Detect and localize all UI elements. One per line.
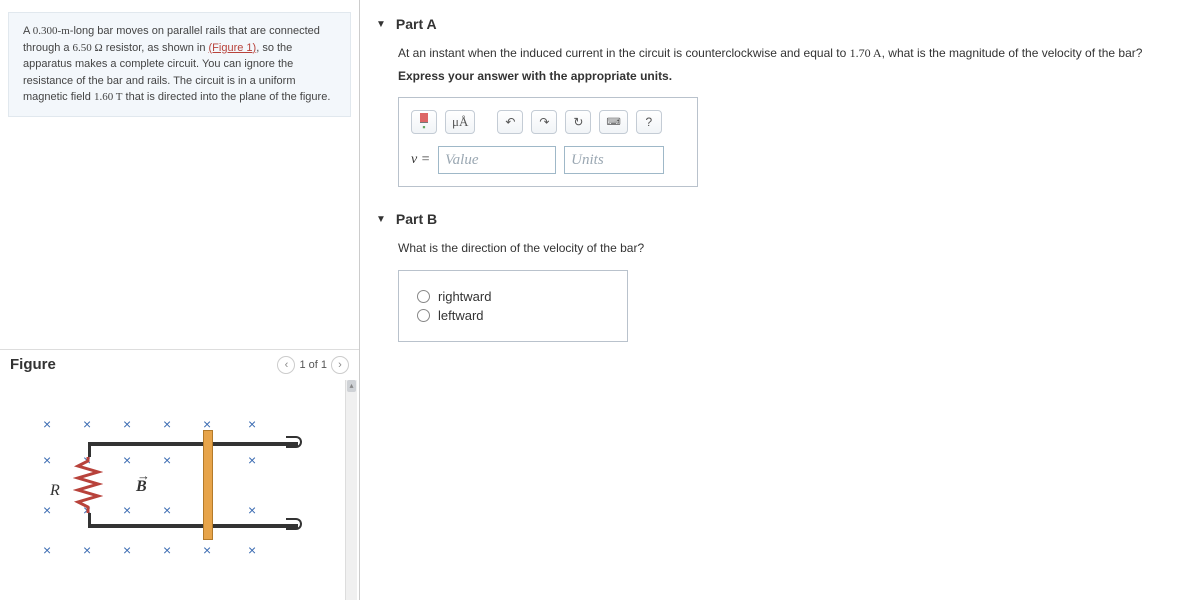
mc-option-leftward[interactable]: leftward [417, 308, 609, 323]
answer-box-a: ▪▪ μÅ ↶ ↷ ↻ ⌨ ? v = Value Units [398, 97, 698, 187]
part-b-prompt: What is the direction of the velocity of… [398, 239, 1184, 258]
figure-pager: ‹ 1 of 1 › [277, 356, 349, 374]
part-a-subprompt: Express your answer with the appropriate… [398, 69, 1184, 83]
help-button[interactable]: ? [636, 110, 662, 134]
part-b-header[interactable]: ▼ Part B [376, 205, 1184, 233]
units-input[interactable]: Units [564, 146, 664, 174]
moving-bar-icon [203, 430, 213, 540]
answer-toolbar: ▪▪ μÅ ↶ ↷ ↻ ⌨ ? [411, 110, 685, 134]
mc-box: rightward leftward [398, 270, 628, 342]
reset-button[interactable]: ↻ [565, 110, 591, 134]
pager-next-button[interactable]: › [331, 356, 349, 374]
part-a-title: Part A [396, 16, 437, 32]
part-a: ▼ Part A At an instant when the induced … [376, 10, 1184, 187]
redo-button[interactable]: ↷ [531, 110, 557, 134]
part-b: ▼ Part B What is the direction of the ve… [376, 205, 1184, 342]
resistor-label: R [50, 482, 60, 500]
part-a-header[interactable]: ▼ Part A [376, 10, 1184, 38]
value-input[interactable]: Value [438, 146, 556, 174]
mc-option-rightward[interactable]: rightward [417, 289, 609, 304]
part-a-prompt: At an instant when the induced current i… [398, 44, 1184, 63]
figure-body: ▴ ×××××× ××××× ××××× ×××××× R B→ [0, 380, 359, 600]
mc-option-label: rightward [438, 289, 491, 304]
undo-button[interactable]: ↶ [497, 110, 523, 134]
figure-scrollbar[interactable]: ▴ [345, 380, 357, 600]
b-field-label: B→ [136, 478, 147, 496]
radio-icon [417, 290, 430, 303]
figure-link[interactable]: (Figure 1) [209, 42, 257, 54]
caret-down-icon: ▼ [376, 19, 386, 30]
pager-prev-button[interactable]: ‹ [277, 356, 295, 374]
figure-header: Figure ‹ 1 of 1 › [0, 349, 359, 380]
variable-label: v = [411, 152, 430, 168]
right-column: ▼ Part A At an instant when the induced … [360, 0, 1200, 600]
mc-option-label: leftward [438, 308, 484, 323]
figure-title: Figure [10, 356, 56, 373]
pager-count: 1 of 1 [299, 359, 327, 371]
left-column: A 0.300-m-long bar moves on parallel rai… [0, 0, 360, 600]
resistor-icon [73, 457, 103, 513]
units-button[interactable]: μÅ [445, 110, 475, 134]
fraction-button[interactable]: ▪▪ [411, 110, 437, 134]
radio-icon [417, 309, 430, 322]
problem-statement: A 0.300-m-long bar moves on parallel rai… [8, 12, 351, 117]
figure-diagram: ×××××× ××××× ××××× ×××××× R B→ [18, 408, 298, 568]
caret-down-icon: ▼ [376, 214, 386, 225]
keyboard-button[interactable]: ⌨ [599, 110, 627, 134]
part-b-title: Part B [396, 211, 437, 227]
